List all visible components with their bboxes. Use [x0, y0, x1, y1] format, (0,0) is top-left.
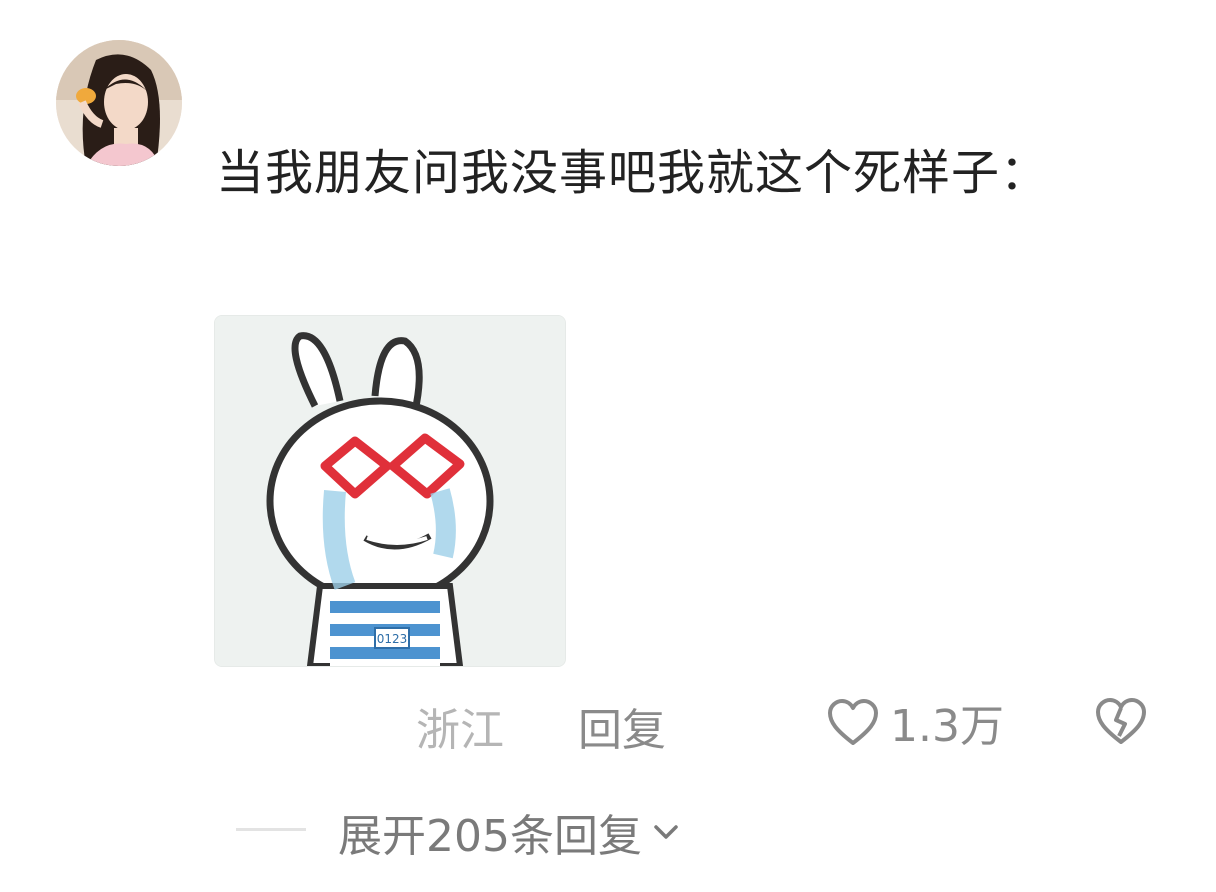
sticker-badge-text: 0123 [377, 632, 408, 646]
expand-replies-row: 展开205条回复 [0, 800, 1216, 862]
like-button[interactable]: 1.3万 [826, 694, 1004, 752]
broken-heart-icon[interactable] [1094, 696, 1148, 746]
user-avatar[interactable] [56, 40, 182, 166]
avatar-image [56, 40, 182, 166]
comment-item: 当我朋友问我没事吧我就这个死样子： 0123 浙江 回复 1.3万 展开205条… [0, 0, 1216, 892]
comment-text: 当我朋友问我没事吧我就这个死样子： [216, 145, 1050, 201]
ip-location-label: 浙江 [416, 705, 504, 756]
reply-button[interactable]: 回复 [578, 694, 666, 758]
expand-replies-label: 展开205条回复 [338, 811, 642, 862]
heart-outline-icon [828, 699, 878, 745]
comment-sticker-image[interactable]: 0123 [214, 315, 566, 667]
chevron-down-icon [654, 825, 678, 839]
like-count: 1.3万 [890, 701, 1004, 752]
divider-line [236, 828, 306, 831]
expand-replies-button[interactable]: 展开205条回复 [338, 800, 684, 864]
bunny-sticker: 0123 [215, 316, 565, 666]
comment-meta-row: 浙江 回复 1.3万 [0, 688, 1216, 758]
